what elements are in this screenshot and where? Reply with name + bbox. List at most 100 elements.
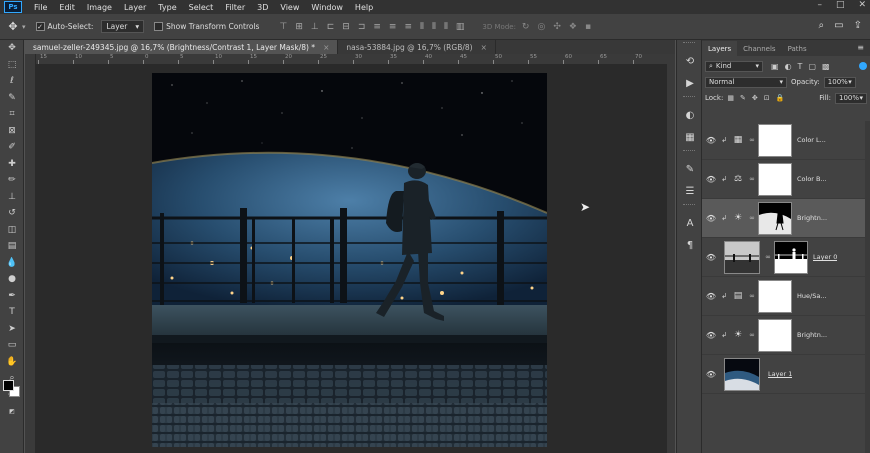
- layer-mask-thumbnail[interactable]: [758, 162, 792, 196]
- mask-link-icon[interactable]: ∞: [748, 292, 756, 300]
- frame-tool-icon[interactable]: ⊠: [0, 123, 24, 140]
- distribute-vcenter-icon[interactable]: ≡: [389, 22, 397, 32]
- layer-color-balance[interactable]: 👁 ↲ ⚖ ∞ Color B...: [702, 160, 868, 199]
- libraries-panel-icon[interactable]: ▦: [677, 126, 703, 148]
- layer-thumbnail[interactable]: [724, 357, 760, 391]
- layer-mask-thumbnail[interactable]: [758, 279, 792, 313]
- tab-samuel-zeller[interactable]: samuel-zeller-249345.jpg @ 16,7% (Bright…: [25, 40, 339, 54]
- healing-brush-tool-icon[interactable]: ✚: [0, 156, 24, 173]
- document-image[interactable]: [152, 73, 547, 447]
- close-tab-icon[interactable]: ×: [323, 43, 329, 52]
- filter-toggle[interactable]: [859, 62, 867, 70]
- visibility-eye-icon[interactable]: 👁: [702, 331, 720, 340]
- minimize-icon[interactable]: –: [817, 0, 822, 10]
- crop-tool-icon[interactable]: ⌗: [0, 106, 24, 123]
- filter-adjustment-icon[interactable]: ◐: [785, 62, 792, 71]
- align-top-icon[interactable]: ⊤: [279, 22, 287, 32]
- layer-brightness-contrast-selected[interactable]: 👁 ↲ ☀ ∞ Brightn...: [702, 199, 868, 238]
- visibility-eye-icon[interactable]: 👁: [702, 136, 720, 145]
- mask-link-icon[interactable]: ∞: [748, 214, 756, 222]
- layer-name[interactable]: Brightn...: [797, 214, 827, 222]
- actions-panel-icon[interactable]: ▶: [677, 72, 703, 94]
- layer-layer-0[interactable]: 👁 ∞ Layer 0: [702, 238, 868, 277]
- dodge-tool-icon[interactable]: ●: [0, 271, 24, 288]
- menu-3d[interactable]: 3D: [251, 3, 274, 12]
- align-bottom-icon[interactable]: ⊥: [311, 22, 319, 32]
- align-left-icon[interactable]: ⊏: [327, 22, 335, 32]
- blur-tool-icon[interactable]: 💧: [0, 255, 24, 272]
- gradient-tool-icon[interactable]: ▤: [0, 238, 24, 255]
- visibility-eye-icon[interactable]: 👁: [702, 214, 720, 223]
- menu-help[interactable]: Help: [349, 3, 379, 12]
- layer-thumbnail[interactable]: [724, 240, 760, 274]
- align-hcenter-icon[interactable]: ⊟: [342, 22, 350, 32]
- shape-tool-icon[interactable]: ▭: [0, 337, 24, 354]
- layer-color-lookup[interactable]: 👁 ↲ ▦ ∞ Color L...: [702, 121, 868, 160]
- move-tool-icon[interactable]: ✥: [0, 40, 24, 57]
- show-transform-checkbox[interactable]: [154, 22, 164, 31]
- visibility-eye-icon[interactable]: 👁: [702, 253, 720, 262]
- 3d-roll-icon[interactable]: ◎: [537, 22, 545, 32]
- workspace-icon[interactable]: ▭: [834, 20, 843, 31]
- 3d-pan-icon[interactable]: ✣: [553, 22, 561, 32]
- auto-select-checkbox[interactable]: ✓: [35, 22, 45, 31]
- layer-name[interactable]: Layer 0: [813, 253, 837, 261]
- paragraph-panel-icon[interactable]: ¶: [677, 234, 703, 256]
- history-brush-tool-icon[interactable]: ↺: [0, 205, 24, 222]
- tab-layers[interactable]: Layers: [702, 41, 738, 56]
- align-vcenter-icon[interactable]: ⊞: [295, 22, 303, 32]
- canvas-scrollbar[interactable]: [667, 54, 675, 453]
- layer-mask-thumbnail[interactable]: [774, 240, 808, 274]
- filter-pixel-icon[interactable]: ▣: [771, 62, 779, 71]
- foreground-color-swatch[interactable]: [3, 380, 14, 391]
- layer-hue-saturation[interactable]: 👁 ↲ ▤ ∞ Hue/Sa...: [702, 277, 868, 316]
- auto-align-icon[interactable]: ▥: [456, 22, 465, 32]
- properties-panel-icon[interactable]: ☰: [677, 180, 703, 202]
- distribute-left-icon[interactable]: ⦀: [420, 22, 424, 32]
- lock-all-icon[interactable]: 🔒: [776, 94, 785, 102]
- hand-tool-icon[interactable]: ✋: [0, 354, 24, 371]
- lock-position-icon[interactable]: ✥: [752, 94, 758, 102]
- tab-nasa[interactable]: nasa-53884.jpg @ 16,7% (RGB/8) ×: [338, 40, 496, 54]
- layer-name[interactable]: Color L...: [797, 136, 826, 144]
- brush-tool-icon[interactable]: ✏: [0, 172, 24, 189]
- align-right-icon[interactable]: ⊐: [358, 22, 366, 32]
- lock-pixels-icon[interactable]: ✎: [740, 94, 746, 102]
- brush-settings-panel-icon[interactable]: ✎: [677, 158, 703, 180]
- layer-mask-thumbnail[interactable]: [758, 123, 792, 157]
- adjustments-panel-icon[interactable]: ◐: [677, 104, 703, 126]
- clone-stamp-tool-icon[interactable]: ⊥: [0, 189, 24, 206]
- filter-shape-icon[interactable]: ▢: [808, 62, 816, 71]
- blend-mode-dropdown[interactable]: Normal ▾: [705, 76, 787, 88]
- layers-scrollbar[interactable]: [865, 121, 870, 453]
- mask-link-icon[interactable]: ∞: [748, 136, 756, 144]
- layer-name[interactable]: Brightn...: [797, 331, 827, 339]
- lock-artboard-icon[interactable]: ⊡: [764, 94, 770, 102]
- menu-file[interactable]: File: [28, 3, 53, 12]
- menu-view[interactable]: View: [274, 3, 305, 12]
- menu-type[interactable]: Type: [152, 3, 182, 12]
- filter-smart-object-icon[interactable]: ▩: [822, 62, 830, 71]
- pen-tool-icon[interactable]: ✒: [0, 288, 24, 305]
- panel-grip[interactable]: [683, 42, 695, 48]
- opacity-field[interactable]: 100% ▾: [823, 76, 856, 88]
- distribute-hcenter-icon[interactable]: ⦀: [432, 22, 436, 32]
- fill-field[interactable]: 100% ▾: [835, 92, 867, 104]
- layer-name[interactable]: Color B...: [797, 175, 827, 183]
- distribute-right-icon[interactable]: ⦀: [444, 22, 448, 32]
- panel-menu-icon[interactable]: ≡: [857, 43, 864, 52]
- maximize-icon[interactable]: □: [836, 0, 845, 10]
- filter-kind-dropdown[interactable]: ⌕ Kind ▾: [705, 60, 763, 72]
- layer-name[interactable]: Hue/Sa...: [797, 292, 827, 300]
- auto-select-dropdown[interactable]: Layer ▾: [101, 20, 145, 33]
- menu-edit[interactable]: Edit: [53, 3, 81, 12]
- eyedropper-tool-icon[interactable]: ✐: [0, 139, 24, 156]
- panel-grip[interactable]: [683, 150, 695, 156]
- visibility-eye-icon[interactable]: 👁: [702, 292, 720, 301]
- menu-window[interactable]: Window: [305, 3, 349, 12]
- tab-paths[interactable]: Paths: [782, 41, 813, 56]
- menu-image[interactable]: Image: [81, 3, 118, 12]
- close-tab-icon[interactable]: ×: [481, 43, 487, 52]
- lock-transparency-icon[interactable]: ▦: [727, 94, 734, 102]
- mask-link-icon[interactable]: ∞: [764, 253, 772, 261]
